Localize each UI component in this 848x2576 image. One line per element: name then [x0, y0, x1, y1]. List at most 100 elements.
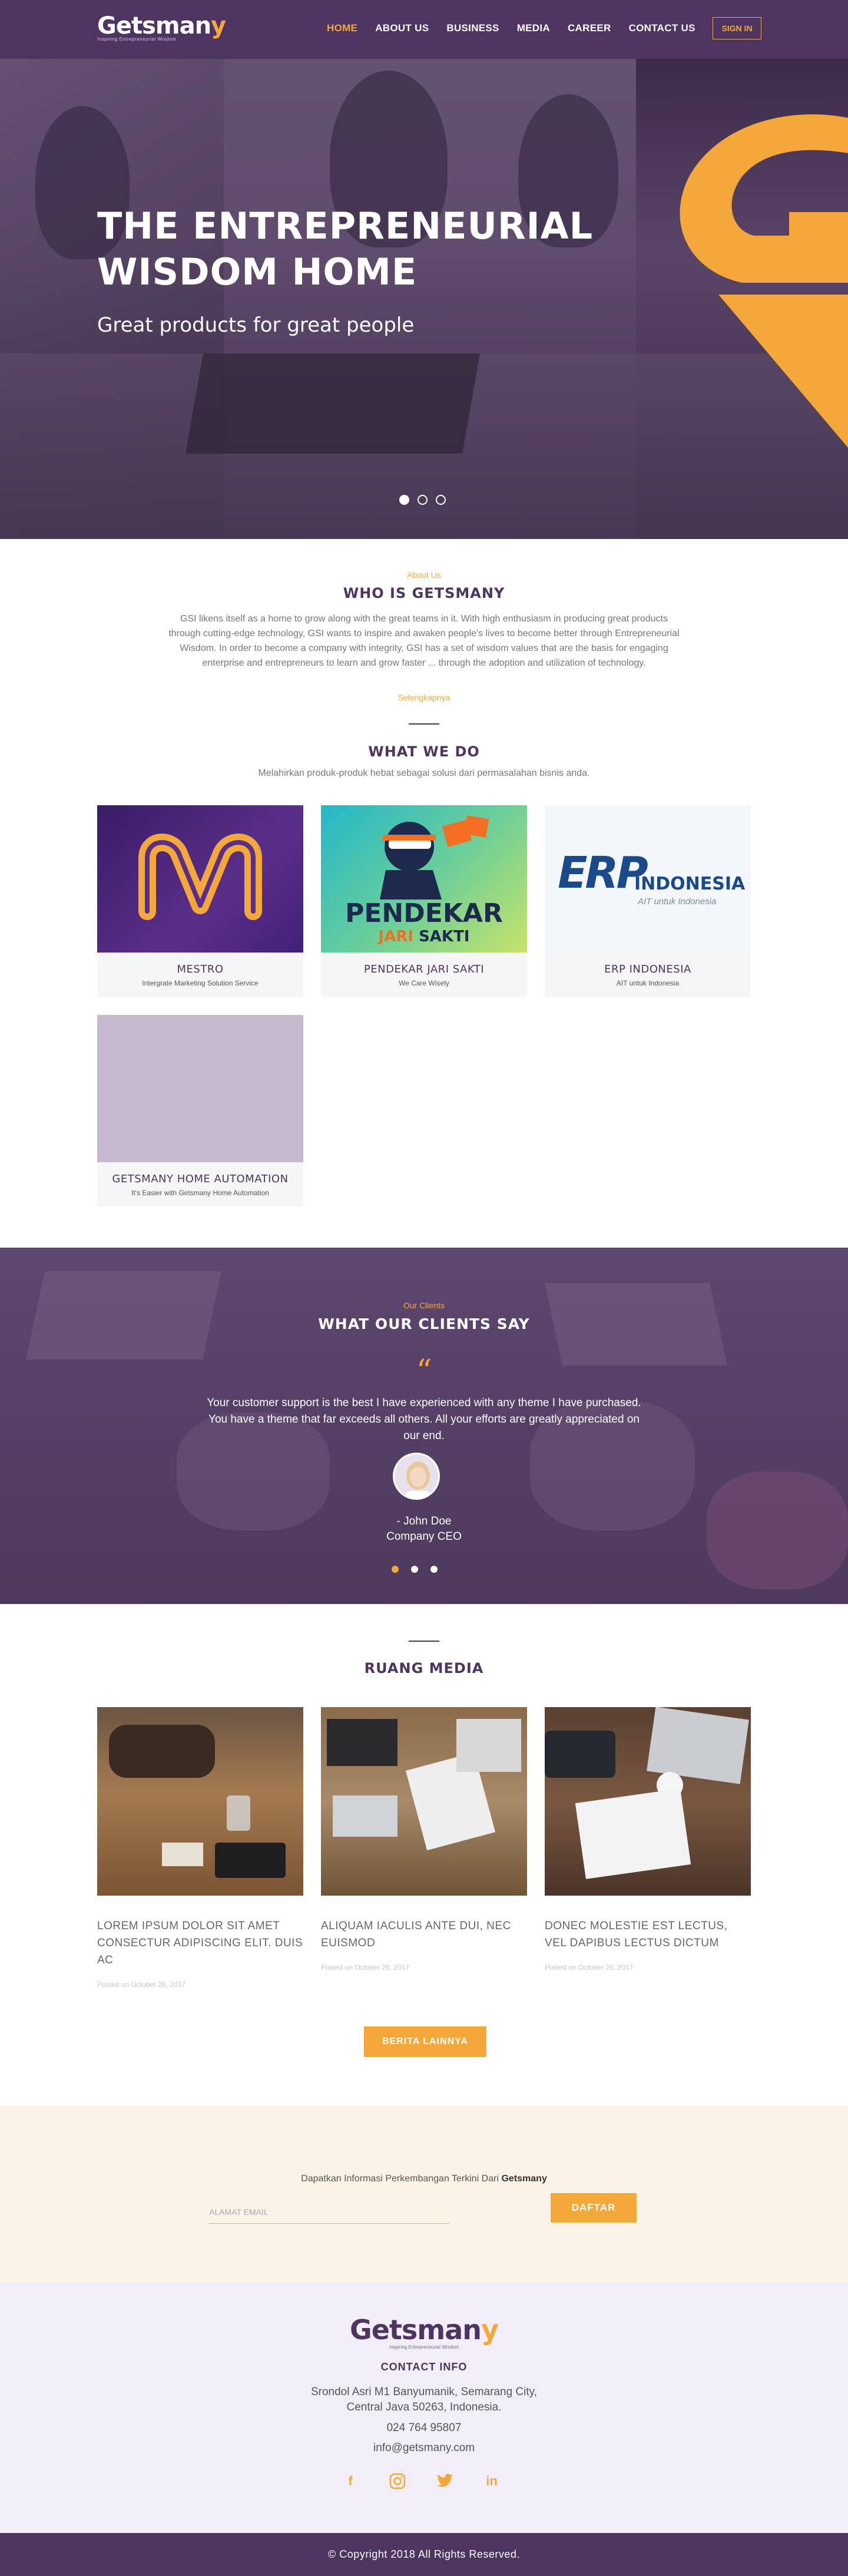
- hero-pagination: [399, 495, 446, 505]
- post-title[interactable]: ALIQUAM IACULIS ANTE DUI, NEC EUISMOD: [321, 1917, 527, 1952]
- card-description: We Care Wisely: [399, 979, 449, 987]
- business-card[interactable]: MESTRO Intergrate Marketing Solution Ser…: [97, 805, 303, 997]
- section-divider: [409, 723, 439, 725]
- avatar-portrait-icon: [395, 1454, 438, 1498]
- testimonial-dot[interactable]: [411, 1566, 418, 1573]
- erp-tagline: AIT untuk Indonesia: [638, 897, 717, 907]
- hero-bg-laptop: [186, 353, 480, 454]
- more-news-button[interactable]: BERITA LAINNYA: [364, 2026, 486, 2057]
- hero-title-line2: WISDOM HOME: [97, 250, 418, 293]
- arm-shape: [545, 1731, 615, 1778]
- author-name: - John Doe: [396, 1515, 452, 1527]
- nav-item-media[interactable]: MEDIA: [517, 22, 550, 34]
- footer: Getsmany Inspiring Entrepreneurial Wisdo…: [0, 2283, 848, 2533]
- nav-item-home[interactable]: HOME: [327, 22, 357, 34]
- contact-title: CONTACT INFO: [380, 2361, 468, 2373]
- media-title: RUANG MEDIA: [364, 1660, 484, 1676]
- home-automation-image: [97, 1015, 303, 1162]
- post-image: [321, 1707, 527, 1896]
- testimonial-author: - John Doe Company CEO: [0, 1514, 848, 1545]
- hero-dot[interactable]: [436, 495, 446, 505]
- nav-item-contact[interactable]: CONTACT US: [629, 22, 695, 34]
- newsletter-section: Dapatkan Informasi Perkembangan Terkini …: [0, 2106, 848, 2283]
- footer-logo[interactable]: Getsmany Inspiring Entrepreneurial Wisdo…: [0, 2315, 848, 2350]
- social-links: f in: [342, 2472, 501, 2490]
- facebook-icon[interactable]: f: [342, 2472, 359, 2490]
- hero-dot[interactable]: [418, 495, 428, 505]
- laptop-shape: [647, 1707, 749, 1784]
- testimonial-dot[interactable]: [430, 1566, 438, 1573]
- hero-dot[interactable]: [399, 495, 409, 505]
- twitter-icon[interactable]: [436, 2472, 453, 2490]
- main-menu: HOME ABOUT US BUSINESS MEDIA CAREER CONT…: [327, 22, 713, 34]
- laptop-shape: [327, 1719, 398, 1766]
- about-title: WHO IS GETSMANY: [343, 585, 505, 601]
- top-navbar: Getsmany Inspiring Entrepreneurial Wisdo…: [0, 0, 848, 59]
- hero-subtitle: Great products for great people: [97, 313, 415, 337]
- nav-item-about[interactable]: ABOUT US: [375, 22, 429, 34]
- post-image: [97, 1707, 303, 1896]
- business-title: WHAT WE DO: [368, 743, 480, 760]
- business-card[interactable]: ERP INDONESIA AIT untuk Indonesia ERP IN…: [545, 805, 751, 997]
- indonesia-wordmark: INDONESIA: [634, 874, 746, 894]
- instagram-icon[interactable]: [389, 2472, 406, 2490]
- media-post[interactable]: DONEC MOLESTIE EST LECTUS, VEL DAPIBUS L…: [545, 1707, 751, 1972]
- card-title: PENDEKAR JARI SAKTI: [363, 963, 485, 975]
- post-title[interactable]: LOREM IPSUM DOLOR SIT AMET CONSECTUR ADI…: [97, 1917, 303, 1969]
- mestro-logo-image: [97, 805, 303, 953]
- pendekar-logo-image: PENDEKAR JARI SAKTI: [321, 805, 527, 953]
- copyright-bar: © Copyright 2018 All Rights Reserved.: [0, 2533, 848, 2576]
- post-title[interactable]: DONEC MOLESTIE EST LECTUS, VEL DAPIBUS L…: [545, 1917, 751, 1952]
- post-date: Posted on October 26, 2017: [545, 1963, 634, 1972]
- business-card[interactable]: GETSMANY HOME AUTOMATION It's Easier wit…: [97, 1015, 303, 1206]
- erp-wordmark: ERP: [558, 848, 648, 898]
- email-address[interactable]: info@getsmany.com: [0, 2442, 848, 2455]
- about-body: GSI likens itself as a home to grow alon…: [168, 614, 680, 668]
- hero-title: THE ENTREPRENEURIAL WISDOM HOME: [97, 203, 627, 295]
- clients-title: WHAT OUR CLIENTS SAY: [318, 1315, 530, 1332]
- glass-shape: [227, 1795, 250, 1831]
- phone-shape: [215, 1843, 286, 1878]
- brand-g-graphic: [680, 114, 848, 448]
- testimonial-dot[interactable]: [392, 1566, 399, 1573]
- card-description: It's Easier with Getsmany Home Automatio…: [131, 1189, 269, 1197]
- media-post[interactable]: LOREM IPSUM DOLOR SIT AMET CONSECTUR ADI…: [97, 1707, 303, 1989]
- hero-title-line1: THE ENTREPRENEURIAL: [97, 204, 594, 247]
- address-line: Central Java 50263, Indonesia.: [346, 2401, 502, 2413]
- bag-shape: [109, 1725, 215, 1778]
- mestro-m-icon: [138, 834, 262, 920]
- nav-item-business[interactable]: BUSINESS: [446, 22, 499, 34]
- erp-logo-image: ERP INDONESIA AIT untuk Indonesia: [545, 805, 751, 953]
- email-input[interactable]: ALAMAT EMAIL: [209, 2195, 449, 2224]
- testimonial-pagination: [392, 1566, 438, 1573]
- post-date: Posted on October 26, 2017: [97, 1980, 186, 1989]
- clients-kicker: Our Clients: [403, 1301, 445, 1310]
- author-role: Company CEO: [386, 1530, 462, 1543]
- nav-item-career[interactable]: CAREER: [568, 22, 611, 34]
- hero-slider: THE ENTREPRENEURIAL WISDOM HOME Great pr…: [0, 59, 848, 539]
- card-title: ERP INDONESIA: [604, 963, 691, 975]
- quote-icon: “: [416, 1354, 432, 1389]
- linkedin-icon[interactable]: in: [483, 2472, 501, 2490]
- testimonials-section: Our Clients WHAT OUR CLIENTS SAY “ Your …: [0, 1248, 848, 1604]
- testimonial-text: Your customer support is the best I have…: [207, 1397, 641, 1442]
- media-post[interactable]: ALIQUAM IACULIS ANTE DUI, NEC EUISMOD Po…: [321, 1707, 527, 1972]
- newsletter-text: Dapatkan Informasi Perkembangan Terkini …: [301, 2174, 547, 2184]
- brand-logo[interactable]: Getsmany Inspiring Entrepreneurial Wisdo…: [97, 14, 226, 42]
- subscribe-button[interactable]: DAFTAR: [551, 2193, 637, 2223]
- phone-number[interactable]: 024 764 95807: [0, 2422, 848, 2435]
- card-description: AIT untuk Indonesia: [616, 979, 680, 987]
- notebook-shape: [162, 1843, 203, 1866]
- business-subtitle: Melahirkan produk-produk hebat sebagai s…: [258, 768, 590, 778]
- logo-wordmark: Getsmany: [97, 12, 226, 39]
- post-image: [545, 1707, 751, 1896]
- paper-shape: [575, 1788, 691, 1879]
- about-kicker: About Us: [407, 570, 441, 580]
- pendekar-wordmark: PENDEKAR: [345, 898, 503, 928]
- business-card[interactable]: PENDEKAR JARI SAKTI PENDEKAR JARI SAKTI …: [321, 805, 527, 997]
- about-more-link[interactable]: Selengkapnya: [0, 693, 848, 702]
- card-title: MESTRO: [177, 963, 224, 975]
- card-description: Intergrate Marketing Solution Service: [142, 979, 259, 987]
- footer-logo-wordmark: Getsmany: [349, 2314, 499, 2346]
- signin-button[interactable]: SIGN IN: [713, 17, 761, 39]
